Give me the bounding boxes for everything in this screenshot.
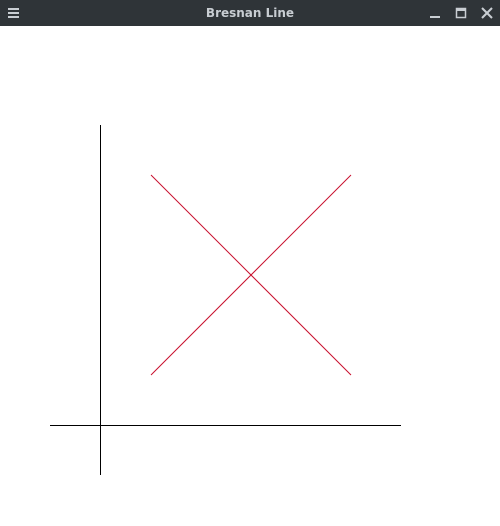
application-window: Bresnan Line: [0, 0, 500, 526]
minimize-icon[interactable]: [424, 0, 446, 26]
drawing-canvas: [0, 26, 500, 526]
close-icon[interactable]: [476, 0, 498, 26]
canvas-svg: [50, 125, 401, 475]
title-bar[interactable]: Bresnan Line: [0, 0, 500, 26]
maximize-icon[interactable]: [450, 0, 472, 26]
